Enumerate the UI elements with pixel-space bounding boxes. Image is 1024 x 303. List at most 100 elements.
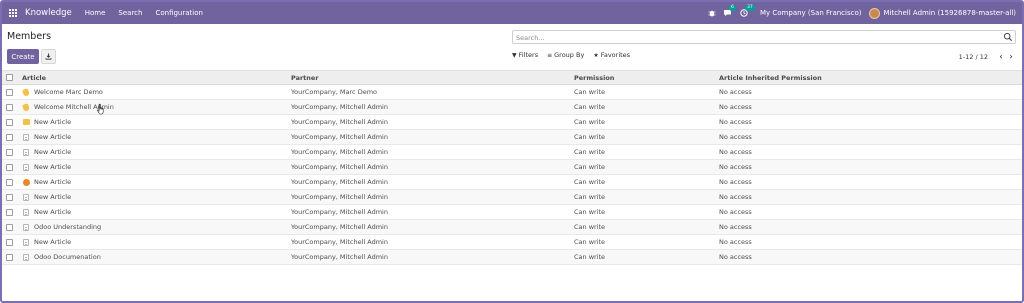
inherited-permission-cell[interactable]: No access <box>719 220 752 234</box>
table-row[interactable]: New Article YourCompany, Mitchell Admin Ca… <box>2 235 1022 250</box>
menu-configuration[interactable]: Configuration <box>155 9 202 17</box>
permission-cell[interactable]: Can write <box>574 160 605 174</box>
create-button[interactable]: Create <box>7 49 39 64</box>
menu-home[interactable]: Home <box>85 9 106 17</box>
filters-button[interactable]: ▼ Filters <box>512 51 538 59</box>
permission-cell[interactable]: Can write <box>574 175 605 189</box>
inherited-permission-cell[interactable]: No access <box>719 145 752 159</box>
partner-cell[interactable]: YourCompany, Mitchell Admin <box>291 145 388 159</box>
partner-cell[interactable]: YourCompany, Mitchell Admin <box>291 205 388 219</box>
permission-cell[interactable]: Can write <box>574 85 605 99</box>
article-cell[interactable]: New Article <box>22 145 71 159</box>
article-cell[interactable]: Odoo Understanding <box>22 220 101 234</box>
partner-cell[interactable]: YourCompany, Mitchell Admin <box>291 235 388 249</box>
article-cell[interactable]: New Article <box>22 235 71 249</box>
menu-search[interactable]: Search <box>118 9 142 17</box>
table-row[interactable]: Welcome Marc Demo YourCompany, Marc Demo C… <box>2 85 1022 100</box>
search-input[interactable] <box>516 32 996 43</box>
inherited-permission-cell[interactable]: No access <box>719 160 752 174</box>
select-all-checkbox[interactable] <box>6 74 13 81</box>
table-row[interactable]: Welcome Mitchell Admin YourCompany, Mitch… <box>2 100 1022 115</box>
permission-cell[interactable]: Can write <box>574 220 605 234</box>
favorites-button[interactable]: ★ Favorites <box>593 51 630 59</box>
table-row[interactable]: New Article YourCompany, Mitchell Admin Ca… <box>2 130 1022 145</box>
search-icon[interactable] <box>1003 32 1013 42</box>
row-checkbox[interactable] <box>6 118 13 126</box>
partner-cell[interactable]: YourCompany, Mitchell Admin <box>291 130 388 144</box>
article-cell[interactable]: Odoo Documenation <box>22 250 101 264</box>
partner-cell[interactable]: YourCompany, Mitchell Admin <box>291 220 388 234</box>
empty-area <box>2 270 1022 301</box>
pager-next-icon[interactable]: › <box>1006 52 1016 61</box>
article-cell[interactable]: New Article <box>22 205 71 219</box>
table-row[interactable]: New Article YourCompany, Mitchell Admin Ca… <box>2 190 1022 205</box>
row-checkbox[interactable] <box>6 178 13 186</box>
article-cell[interactable]: Welcome Marc Demo <box>21 85 103 99</box>
permission-cell[interactable]: Can write <box>574 205 605 219</box>
inherited-permission-cell[interactable]: No access <box>719 175 752 189</box>
inherited-permission-cell[interactable]: No access <box>719 205 752 219</box>
inherited-permission-cell[interactable]: No access <box>719 130 752 144</box>
partner-cell[interactable]: YourCompany, Mitchell Admin <box>291 175 388 189</box>
permission-cell[interactable]: Can write <box>574 130 605 144</box>
clock-icon[interactable]: 37 <box>736 2 755 24</box>
row-checkbox[interactable] <box>6 193 13 201</box>
partner-cell[interactable]: YourCompany, Mitchell Admin <box>291 190 388 204</box>
permission-cell[interactable]: Can write <box>574 115 605 129</box>
permission-cell[interactable]: Can write <box>574 235 605 249</box>
row-checkbox[interactable] <box>6 88 13 96</box>
article-cell[interactable]: New Article <box>22 130 71 144</box>
permission-cell[interactable]: Can write <box>574 145 605 159</box>
row-checkbox[interactable] <box>6 163 13 171</box>
permission-cell[interactable]: Can write <box>574 250 605 264</box>
inherited-permission-cell[interactable]: No access <box>719 190 752 204</box>
permission-cell[interactable]: Can write <box>574 100 605 114</box>
row-checkbox[interactable] <box>6 103 13 111</box>
article-cell[interactable]: New Article <box>22 160 71 174</box>
waving-hand-emoji-icon <box>21 87 31 97</box>
column-permission[interactable]: Permission <box>574 71 614 84</box>
favorites-label: Favorites <box>600 51 631 59</box>
row-checkbox[interactable] <box>6 148 13 156</box>
article-cell[interactable]: New Article <box>22 190 71 204</box>
row-checkbox[interactable] <box>6 208 13 216</box>
table-row[interactable]: New Article YourCompany, Mitchell Admin Ca… <box>2 175 1022 190</box>
article-cell[interactable]: New Article <box>22 175 71 189</box>
inherited-permission-cell[interactable]: No access <box>719 100 752 114</box>
article-cell[interactable]: New Article <box>22 115 71 129</box>
permission-cell[interactable]: Can write <box>574 190 605 204</box>
row-checkbox[interactable] <box>6 253 13 261</box>
partner-cell[interactable]: YourCompany, Mitchell Admin <box>291 160 388 174</box>
column-article[interactable]: Article <box>22 71 46 84</box>
table-row[interactable]: New Article YourCompany, Mitchell Admin Ca… <box>2 115 1022 130</box>
inherited-permission-cell[interactable]: No access <box>719 115 752 129</box>
app-name[interactable]: Knowledge <box>25 8 72 18</box>
pager-previous-icon[interactable]: ‹ <box>996 52 1006 61</box>
inherited-permission-cell[interactable]: No access <box>719 250 752 264</box>
user-menu[interactable]: Mitchell Admin (15926878-master-all) <box>883 9 1016 17</box>
partner-cell[interactable]: YourCompany, Mitchell Admin <box>291 100 388 114</box>
partner-cell[interactable]: YourCompany, Mitchell Admin <box>291 115 388 129</box>
table-row[interactable]: New Article YourCompany, Mitchell Admin Ca… <box>2 160 1022 175</box>
apps-grid-icon[interactable] <box>2 2 24 24</box>
table-row[interactable]: New Article YourCompany, Mitchell Admin Ca… <box>2 145 1022 160</box>
table-row[interactable]: Odoo Understanding YourCompany, Mitchell … <box>2 220 1022 235</box>
table-row[interactable]: Odoo Documenation YourCompany, Mitchell A… <box>2 250 1022 265</box>
column-inherited-permission[interactable]: Article Inherited Permission <box>719 71 822 84</box>
company-switcher[interactable]: My Company (San Francisco) <box>760 9 861 17</box>
row-checkbox[interactable] <box>6 238 13 246</box>
avatar[interactable] <box>869 7 881 19</box>
column-partner[interactable]: Partner <box>291 71 319 84</box>
partner-cell[interactable]: YourCompany, Mitchell Admin <box>291 250 388 264</box>
download-button[interactable] <box>41 49 56 64</box>
bug-icon[interactable] <box>704 2 720 24</box>
inherited-permission-cell[interactable]: No access <box>719 85 752 99</box>
pager-value[interactable]: 1-12 / 12 <box>959 53 988 61</box>
partner-cell[interactable]: YourCompany, Marc Demo <box>291 85 377 99</box>
table-row[interactable]: New Article YourCompany, Mitchell Admin Ca… <box>2 205 1022 220</box>
row-checkbox[interactable] <box>6 223 13 231</box>
group-by-button[interactable]: ≡ Group By <box>547 51 584 59</box>
inherited-permission-cell[interactable]: No access <box>719 235 752 249</box>
chat-icon[interactable]: 6 <box>720 2 736 24</box>
row-checkbox[interactable] <box>6 133 13 141</box>
